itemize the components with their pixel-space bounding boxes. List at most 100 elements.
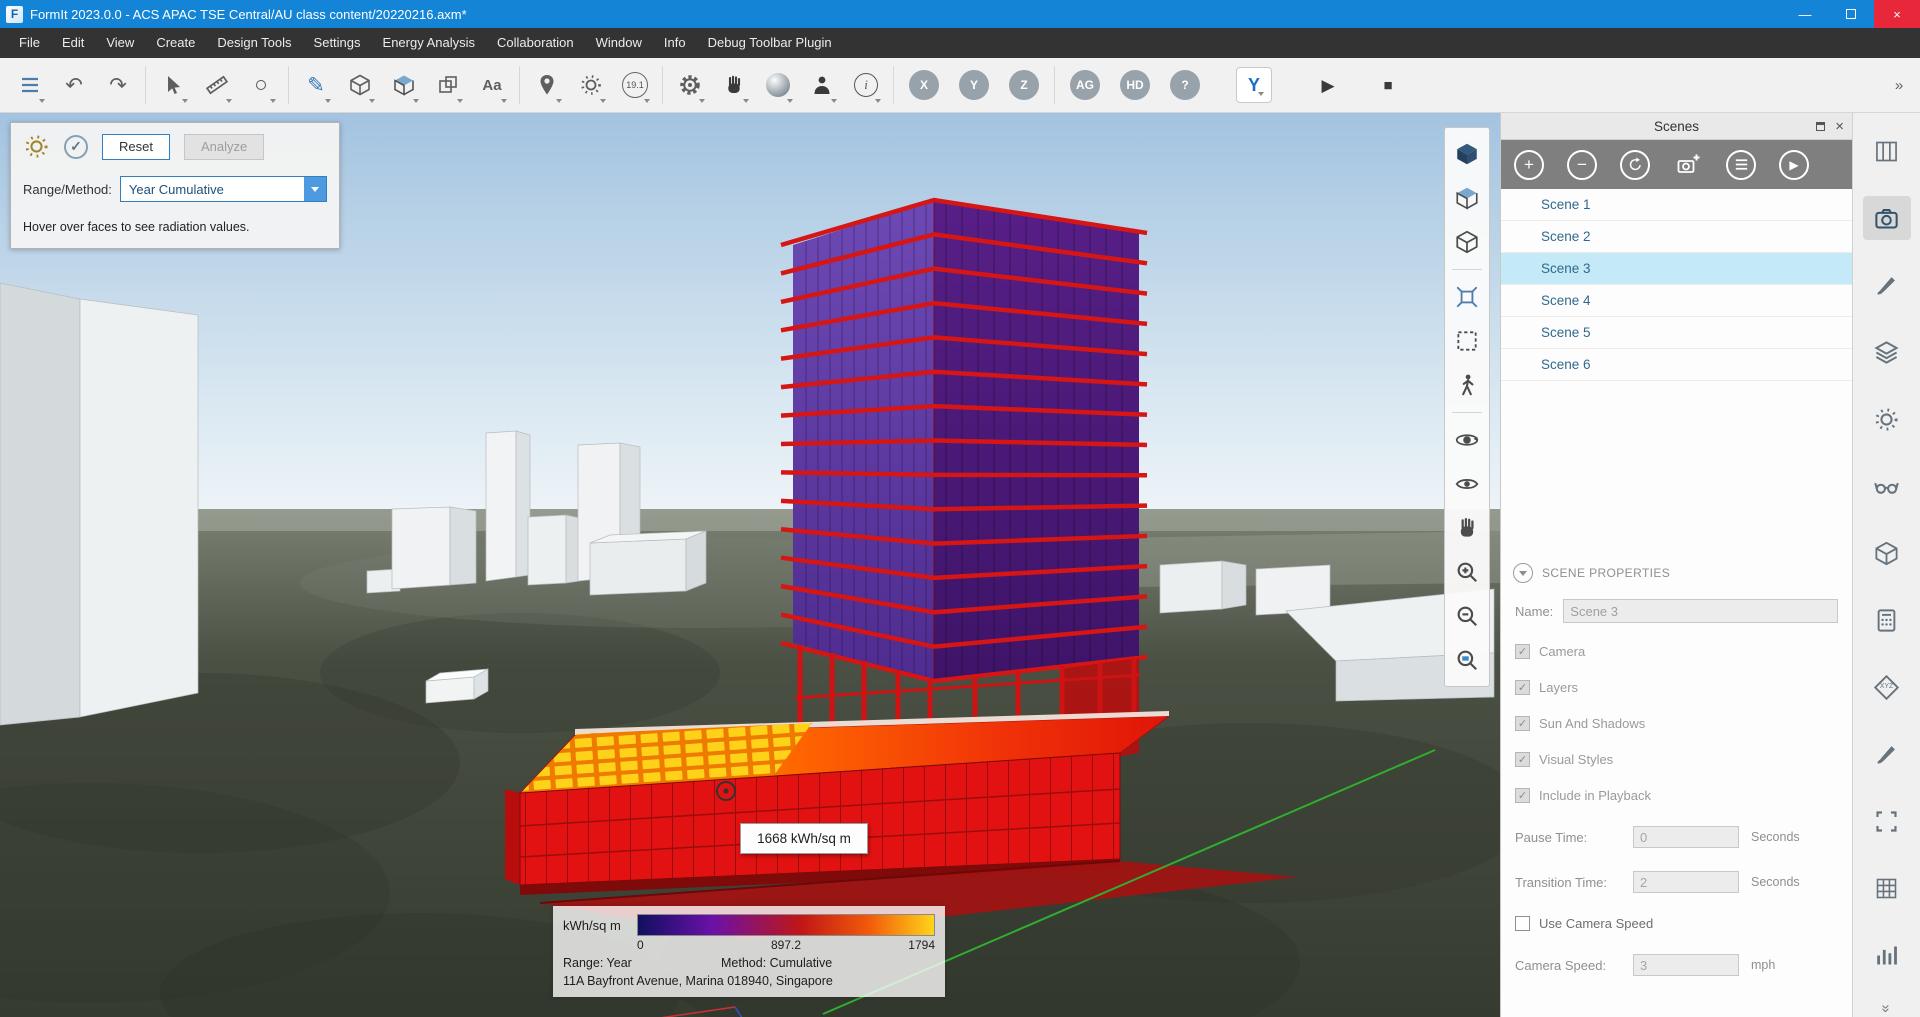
sun-and-shadows-checkbox[interactable]: ✓	[1515, 716, 1530, 731]
menu-window[interactable]: Window	[585, 28, 653, 58]
materials-sphere-button[interactable]	[756, 61, 800, 109]
menu-debug-toolbar-plugin[interactable]: Debug Toolbar Plugin	[697, 28, 843, 58]
reset-button[interactable]: Reset	[102, 134, 170, 160]
statistics-panel-button[interactable]	[1863, 933, 1911, 977]
sun-shadows-button[interactable]	[569, 61, 613, 109]
location-panel-button[interactable]: XYZ	[1863, 665, 1911, 709]
content-library-panel-button[interactable]	[1863, 531, 1911, 575]
main-menu-button[interactable]	[8, 61, 52, 109]
more-panels-chevron-icon[interactable]: »	[1878, 1004, 1895, 1012]
visual-styles-checkbox[interactable]: ✓	[1515, 752, 1530, 767]
undock-panel-icon[interactable]	[1816, 122, 1825, 131]
pause-time-input[interactable]	[1633, 826, 1739, 848]
view-3d-shaded-button[interactable]	[1447, 132, 1487, 176]
y-axis-button[interactable]: Y	[959, 70, 989, 100]
menu-info[interactable]: Info	[653, 28, 697, 58]
info-button[interactable]: i	[844, 61, 888, 109]
use-camera-speed-checkbox[interactable]	[1515, 916, 1530, 931]
menu-create[interactable]: Create	[145, 28, 206, 58]
add-scene-button[interactable]: +	[1514, 150, 1544, 180]
section-box-button[interactable]	[1447, 319, 1487, 363]
close-button[interactable]: ×	[1874, 0, 1920, 28]
pan-button[interactable]	[1447, 506, 1487, 550]
minimize-button[interactable]: —	[1782, 0, 1828, 28]
look-around-button[interactable]	[1447, 462, 1487, 506]
text-tool-button[interactable]: Aa	[470, 61, 514, 109]
camera-checkbox[interactable]: ✓	[1515, 644, 1530, 659]
pan-hand-button[interactable]	[712, 61, 756, 109]
zoom-extents-button[interactable]	[1447, 275, 1487, 319]
properties-panel-button[interactable]	[1863, 129, 1911, 173]
layers-checkbox[interactable]: ✓	[1515, 680, 1530, 695]
annotation-panel-button[interactable]	[1863, 732, 1911, 776]
help-button[interactable]: ?	[1170, 70, 1200, 100]
sheets-panel-button[interactable]	[1863, 866, 1911, 910]
include-in-playback-checkbox[interactable]: ✓	[1515, 788, 1530, 803]
visual-styles-panel-button[interactable]	[1863, 464, 1911, 508]
capture-scene-button[interactable]	[1673, 150, 1703, 180]
scene-list-item-2[interactable]: Scene 2	[1501, 221, 1852, 253]
menu-edit[interactable]: Edit	[51, 28, 95, 58]
menu-settings[interactable]: Settings	[303, 28, 372, 58]
modify-tool-button[interactable]	[382, 61, 426, 109]
location-button[interactable]	[525, 61, 569, 109]
plugin-button[interactable]: Y	[1236, 67, 1272, 103]
undo-button[interactable]: ↶	[52, 61, 96, 109]
menu-energy-analysis[interactable]: Energy Analysis	[372, 28, 487, 58]
scene-name-input[interactable]	[1563, 599, 1838, 623]
orbit-button[interactable]	[1447, 418, 1487, 462]
play-presentation-button[interactable]: ▶	[1779, 150, 1809, 180]
transition-time-input[interactable]	[1633, 871, 1739, 893]
menu-file[interactable]: File	[8, 28, 51, 58]
scene-options-button[interactable]	[1726, 150, 1756, 180]
primitive-box-tool-button[interactable]	[338, 61, 382, 109]
menu-design-tools[interactable]: Design Tools	[206, 28, 302, 58]
play-button[interactable]: ▶	[1306, 61, 1350, 109]
analyze-button[interactable]: Analyze	[184, 134, 264, 160]
scene-list-item-1[interactable]: Scene 1	[1501, 189, 1852, 221]
view-3d-half-button[interactable]	[1447, 176, 1487, 220]
combo-dropdown-button[interactable]	[304, 177, 326, 201]
zoom-in-button[interactable]	[1447, 550, 1487, 594]
scene-properties-header[interactable]: SCENE PROPERTIES	[1501, 557, 1852, 589]
maximize-button[interactable]	[1828, 0, 1874, 28]
menu-view[interactable]: View	[95, 28, 145, 58]
select-tool-button[interactable]	[151, 61, 195, 109]
view-3d-wireframe-button[interactable]	[1447, 220, 1487, 264]
zoom-window-button[interactable]	[1447, 638, 1487, 682]
x-axis-button[interactable]: X	[909, 70, 939, 100]
zoom-out-button[interactable]	[1447, 594, 1487, 638]
group-tool-button[interactable]	[426, 61, 470, 109]
delete-scene-button[interactable]: −	[1567, 150, 1597, 180]
hd-button[interactable]: HD	[1120, 70, 1150, 100]
menu-collaboration[interactable]: Collaboration	[486, 28, 585, 58]
walkthrough-button[interactable]	[1447, 363, 1487, 407]
ag-button[interactable]: AG	[1070, 70, 1100, 100]
sun-shadows-panel-button[interactable]	[1863, 397, 1911, 441]
toolbar-overflow-button[interactable]: »	[1886, 61, 1912, 109]
z-axis-button[interactable]: Z	[1009, 70, 1039, 100]
measure-tool-button[interactable]	[195, 61, 239, 109]
range-method-select[interactable]: Year Cumulative	[120, 176, 327, 202]
materials-panel-button[interactable]	[1863, 263, 1911, 307]
scene-list-item-6[interactable]: Scene 6	[1501, 349, 1852, 381]
update-scene-button[interactable]	[1620, 150, 1650, 180]
collaborators-button[interactable]	[800, 61, 844, 109]
mark-point-tool-button[interactable]	[239, 61, 283, 109]
close-panel-icon[interactable]: ×	[1835, 118, 1844, 135]
scene-list-item-4[interactable]: Scene 4	[1501, 285, 1852, 317]
levels-button[interactable]: 19.1	[613, 61, 657, 109]
stop-button[interactable]: ■	[1366, 61, 1410, 109]
scenes-panel-button[interactable]	[1863, 196, 1911, 240]
layers-panel-button[interactable]	[1863, 330, 1911, 374]
camera-speed-input[interactable]	[1633, 954, 1739, 976]
scene-list-item-3-selected[interactable]: Scene 3	[1501, 253, 1852, 285]
finish-check-icon[interactable]: ✓	[64, 135, 88, 159]
fit-view-panel-button[interactable]	[1863, 799, 1911, 843]
scene-list-item-5[interactable]: Scene 5	[1501, 317, 1852, 349]
viewport-3d[interactable]: ✓ Reset Analyze Range/Method: Year Cumul…	[0, 113, 1500, 1017]
settings-button[interactable]	[668, 61, 712, 109]
redo-button[interactable]: ↷	[96, 61, 140, 109]
quantities-panel-button[interactable]	[1863, 598, 1911, 642]
sketch-tool-button[interactable]: ✎	[294, 61, 338, 109]
